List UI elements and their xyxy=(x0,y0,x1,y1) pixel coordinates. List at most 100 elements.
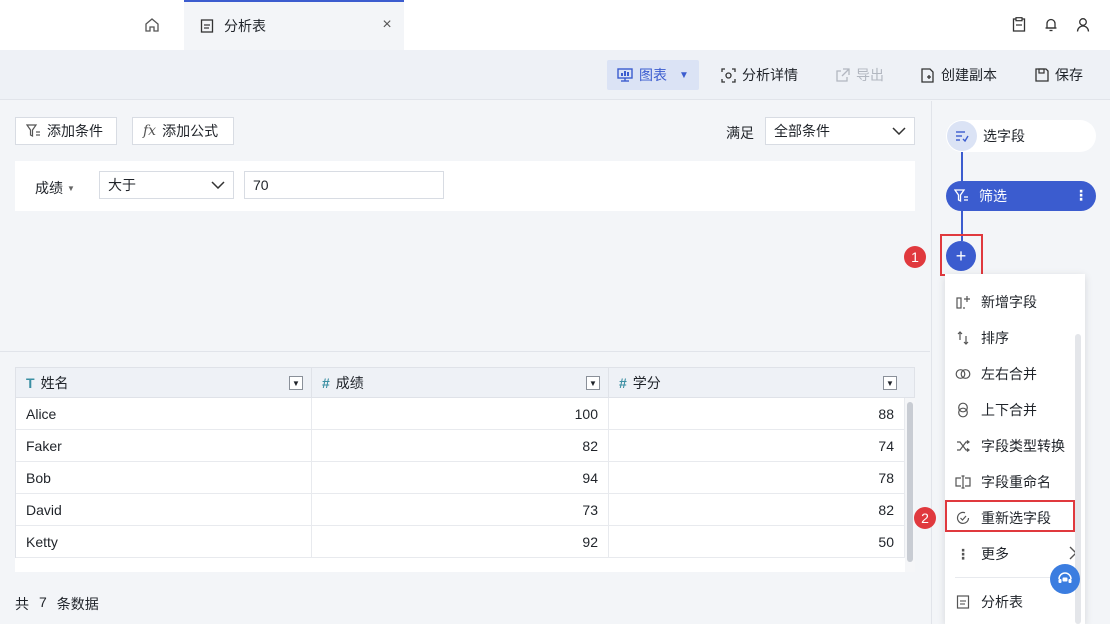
copy-icon xyxy=(921,67,934,83)
chart-button[interactable]: 图表 ▼ xyxy=(607,60,699,90)
save-button[interactable]: 保存 xyxy=(1035,60,1083,90)
table-cell: 73 xyxy=(312,494,609,525)
export-button[interactable]: 导出 xyxy=(836,60,884,90)
document-icon xyxy=(955,594,971,610)
add-formula-label: 添加公式 xyxy=(162,123,219,139)
close-tab-button[interactable]: × xyxy=(378,16,396,34)
menu-item-label: 新增字段 xyxy=(981,294,1037,310)
export-icon xyxy=(836,68,850,82)
condition-field-label: 成绩 xyxy=(35,180,63,196)
row-count: 共 7 条数据 xyxy=(15,594,99,614)
data-table: T 姓名 ▼ # 成绩 ▼ # 学分 ▼ Alice 100 88 Faker … xyxy=(15,367,915,572)
flow-node-select-fields[interactable]: 选字段 xyxy=(946,120,1096,152)
menu-item-sort[interactable]: 排序 xyxy=(945,320,1085,356)
add-step-button[interactable]: + xyxy=(946,241,976,271)
table-cell: Alice xyxy=(16,398,312,429)
column-label: 姓名 xyxy=(40,374,69,391)
filter-panel: 添加条件 fx 添加公式 满足 全部条件 成绩 ▼ 大于 70 xyxy=(0,101,930,351)
column-header-name[interactable]: T 姓名 ▼ xyxy=(16,368,312,397)
table-cell: Bob xyxy=(16,462,312,493)
table-cell: 92 xyxy=(312,526,609,557)
rename-icon xyxy=(955,474,971,490)
menu-item-label: 分析表 xyxy=(981,594,1023,610)
column-menu-button[interactable]: ▼ xyxy=(289,376,303,390)
user-icon[interactable] xyxy=(1074,15,1092,33)
chart-icon xyxy=(617,68,633,82)
table-cell: 88 xyxy=(609,398,905,429)
table-body: Alice 100 88 Faker 82 74 Bob 94 78 David… xyxy=(15,398,915,558)
menu-item-add-field[interactable]: 新增字段 xyxy=(945,284,1085,320)
caret-down-icon: ▼ xyxy=(679,69,689,81)
table-cell: David xyxy=(16,494,312,525)
home-tab[interactable] xyxy=(120,0,184,50)
table-row[interactable]: Alice 100 88 xyxy=(16,398,915,430)
table-cell: 74 xyxy=(609,430,905,461)
table-row[interactable]: David 73 82 xyxy=(16,494,915,526)
menu-item-merge-vertical[interactable]: 上下合并 xyxy=(945,392,1085,428)
save-label: 保存 xyxy=(1055,67,1083,83)
column-menu-button[interactable]: ▼ xyxy=(586,376,600,390)
add-condition-label: 添加条件 xyxy=(47,123,103,139)
satisfy-select[interactable]: 全部条件 xyxy=(765,117,915,145)
analysis-detail-button[interactable]: 分析详情 xyxy=(721,60,798,90)
menu-item-merge-horizontal[interactable]: 左右合并 xyxy=(945,356,1085,392)
menu-item-label: 字段类型转换 xyxy=(981,438,1065,454)
fx-icon: fx xyxy=(143,123,157,139)
operator-value: 大于 xyxy=(108,177,136,193)
create-copy-label: 创建副本 xyxy=(941,67,997,83)
tab-label: 分析表 xyxy=(224,18,266,34)
create-copy-button[interactable]: 创建副本 xyxy=(920,60,997,90)
scrollbar-thumb[interactable] xyxy=(907,402,913,562)
table-scrollbar[interactable] xyxy=(905,398,915,572)
menu-item-label: 更多 xyxy=(981,546,1009,562)
text-type-icon: T xyxy=(26,374,35,391)
satisfy-label: 满足 xyxy=(726,125,754,141)
tab-analysis-table[interactable]: 分析表 × xyxy=(184,0,404,50)
chat-icon xyxy=(1058,572,1072,583)
sort-icon xyxy=(955,330,971,346)
document-icon xyxy=(200,19,214,33)
operator-select[interactable]: 大于 xyxy=(99,171,234,199)
top-bar: 分析表 × xyxy=(0,0,1110,50)
menu-item-rename-field[interactable]: 字段重命名 xyxy=(945,464,1085,500)
column-menu-button[interactable]: ▼ xyxy=(883,376,897,390)
chevron-down-icon xyxy=(211,181,225,189)
save-icon xyxy=(1035,68,1049,82)
add-condition-button[interactable]: 添加条件 xyxy=(15,117,117,145)
table-cell: 94 xyxy=(312,462,609,493)
condition-value-input[interactable]: 70 xyxy=(244,171,444,199)
menu-item-label: 左右合并 xyxy=(981,366,1037,382)
table-row[interactable]: Ketty 92 50 xyxy=(16,526,915,558)
table-cell: 50 xyxy=(609,526,905,557)
bell-icon[interactable] xyxy=(1042,15,1060,33)
menu-item-label: 字段重命名 xyxy=(981,474,1051,490)
help-chat-button[interactable] xyxy=(1050,564,1080,594)
focus-icon xyxy=(721,67,736,83)
merge-vertical-icon xyxy=(955,402,971,418)
menu-item-label: 排序 xyxy=(981,330,1009,346)
highlight-box xyxy=(945,500,1075,532)
flow-node-filter[interactable]: 筛选 ⋮ xyxy=(946,181,1096,211)
flow-connector xyxy=(961,152,963,181)
divider xyxy=(0,351,930,352)
row-count-suffix: 条数据 xyxy=(56,596,99,612)
column-header-credit[interactable]: # 学分 ▼ xyxy=(609,368,905,397)
column-label: 成绩 xyxy=(335,374,364,391)
filter-add-icon xyxy=(26,124,40,137)
table-cell: 78 xyxy=(609,462,905,493)
filter-icon xyxy=(954,189,968,203)
more-vertical-icon[interactable]: ⋮ xyxy=(1074,187,1088,204)
table-row[interactable]: Faker 82 74 xyxy=(16,430,915,462)
column-header-score[interactable]: # 成绩 ▼ xyxy=(312,368,609,397)
row-count-prefix: 共 xyxy=(15,596,29,612)
table-row[interactable]: Bob 94 78 xyxy=(16,462,915,494)
menu-item-type-convert[interactable]: 字段类型转换 xyxy=(945,428,1085,464)
add-formula-button[interactable]: fx 添加公式 xyxy=(132,117,234,145)
table-cell: Ketty xyxy=(16,526,312,557)
condition-row: 成绩 ▼ 大于 70 xyxy=(15,161,915,211)
home-icon xyxy=(145,18,159,32)
clipboard-icon[interactable] xyxy=(1010,15,1028,33)
condition-value: 70 xyxy=(253,177,269,193)
table-cell: 82 xyxy=(312,430,609,461)
condition-field[interactable]: 成绩 ▼ xyxy=(35,178,75,198)
